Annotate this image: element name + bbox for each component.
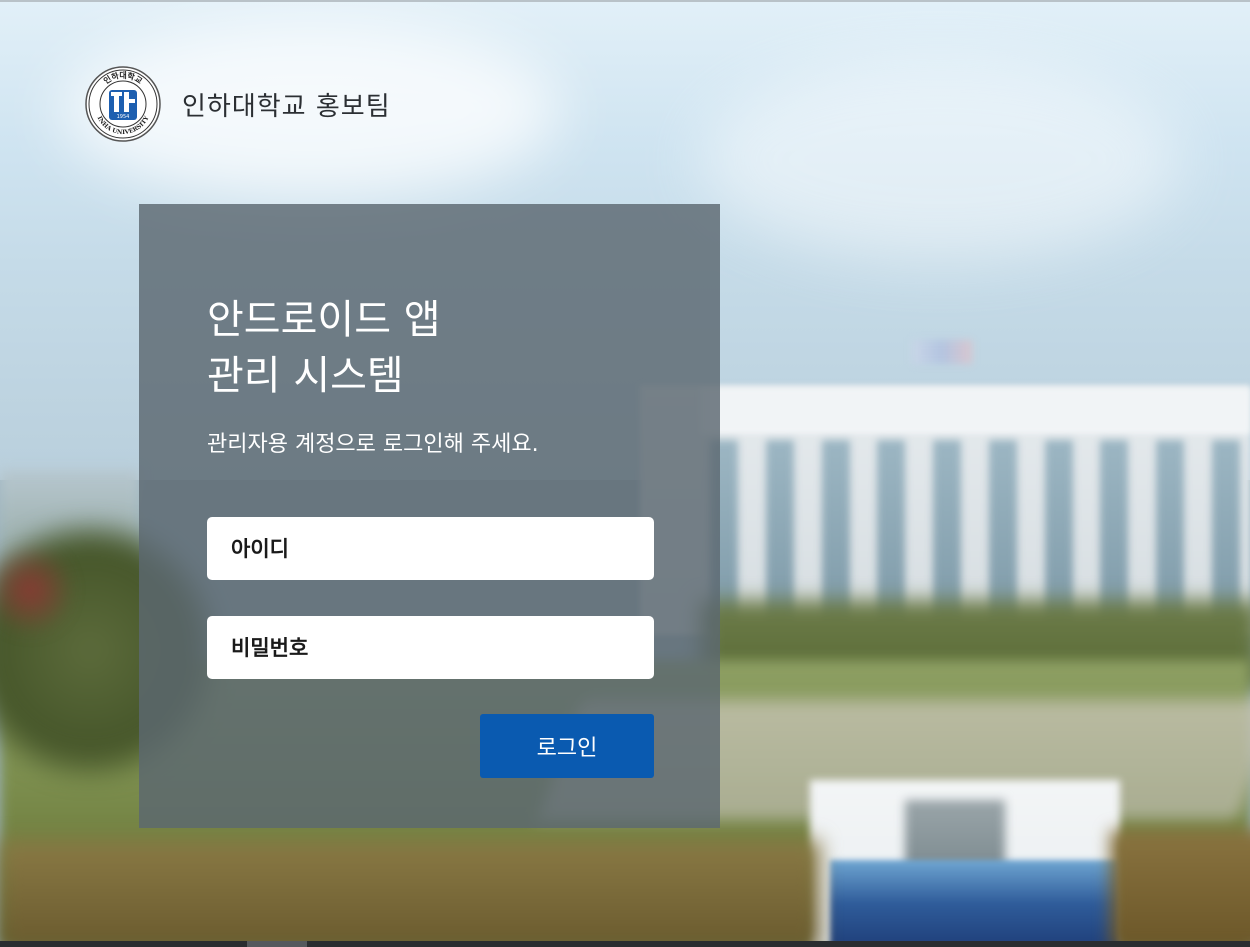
login-panel: 안드로이드 앱 관리 시스템 관리자용 계정으로 로그인해 주세요. 로그인 bbox=[139, 204, 720, 828]
page-title-line-2: 관리 시스템 bbox=[207, 353, 404, 399]
inha-university-seal-icon: 인하대학교 INHA UNIVERSITY 1954 bbox=[85, 66, 161, 142]
page-title: 안드로이드 앱 관리 시스템 bbox=[207, 292, 441, 404]
background-shrubs bbox=[1110, 830, 1250, 947]
login-instructions: 관리자용 계정으로 로그인해 주세요. bbox=[207, 432, 539, 457]
top-border bbox=[0, 0, 1250, 2]
background-shrubs bbox=[0, 840, 820, 947]
background-building-roof bbox=[700, 388, 1250, 434]
username-input[interactable] bbox=[207, 517, 654, 580]
background-pool bbox=[830, 860, 1120, 947]
login-page: 인하대학교 INHA UNIVERSITY 1954 인하대학교 홍보팀 안드로… bbox=[0, 0, 1250, 947]
horizontal-scrollbar-thumb[interactable] bbox=[247, 941, 307, 947]
login-button[interactable]: 로그인 bbox=[480, 714, 654, 778]
site-header: 인하대학교 INHA UNIVERSITY 1954 인하대학교 홍보팀 bbox=[85, 66, 391, 142]
password-input[interactable] bbox=[207, 616, 654, 679]
logo-year: 1954 bbox=[117, 114, 130, 120]
organization-name: 인하대학교 홍보팀 bbox=[182, 91, 391, 122]
background-flags bbox=[912, 340, 972, 364]
background-cloud bbox=[700, 60, 1180, 260]
horizontal-scrollbar[interactable] bbox=[0, 941, 1250, 947]
page-title-line-1: 안드로이드 앱 bbox=[207, 297, 441, 343]
